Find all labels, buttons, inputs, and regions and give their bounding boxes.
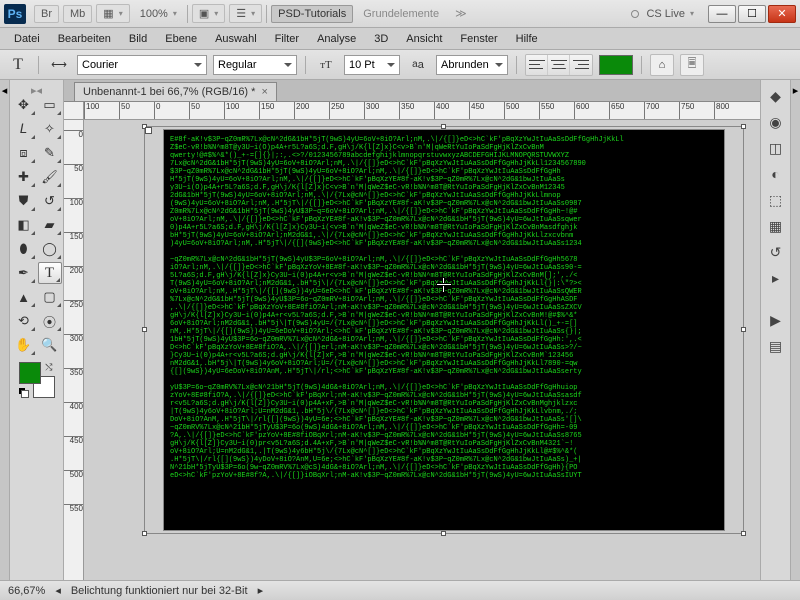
swap-colors-icon[interactable]: ⤭: [45, 362, 52, 373]
align-right-button[interactable]: [570, 55, 592, 75]
titlebar: Ps Br Mb ▦ 100% ▣ ☰ PSD-Tutorials Grunde…: [0, 0, 800, 28]
hand-tool[interactable]: ✋: [12, 334, 36, 356]
warp-text-button[interactable]: ⌂: [650, 54, 674, 76]
eraser-tool[interactable]: ◧: [12, 214, 36, 236]
minibridge-button[interactable]: Mb: [63, 5, 92, 23]
panel-icon[interactable]: ▤: [766, 336, 786, 356]
layers-icon[interactable]: ◆: [766, 86, 786, 106]
magic-wand-tool[interactable]: ✧: [38, 118, 62, 140]
shape-tool[interactable]: ▢: [38, 286, 62, 308]
layout-dropdown[interactable]: ▦: [96, 4, 129, 23]
titlebar-zoom[interactable]: 100%: [134, 6, 183, 22]
actions-icon[interactable]: ▸: [766, 268, 786, 288]
transform-box[interactable]: [144, 126, 744, 534]
font-size-select[interactable]: 10 Pt: [344, 55, 400, 75]
menu-datei[interactable]: Datei: [6, 31, 48, 47]
pen-tool[interactable]: ✒: [12, 262, 36, 284]
adjustments-icon[interactable]: ◐: [766, 164, 786, 184]
eyedropper-tool[interactable]: ✎: [38, 142, 62, 164]
text-color-swatch[interactable]: [599, 55, 633, 75]
ruler-vertical[interactable]: 050100150200250300350400450500550: [64, 120, 84, 580]
status-zoom[interactable]: 66,67%: [8, 585, 45, 597]
text-align-group: [525, 54, 593, 76]
brush-tool[interactable]: 🖌: [38, 166, 62, 188]
menu-bild[interactable]: Bild: [121, 31, 155, 47]
gradient-tool[interactable]: ▰: [38, 214, 62, 236]
font-family-select[interactable]: Courier: [77, 55, 207, 75]
ruler-origin[interactable]: [64, 102, 84, 120]
menu-fenster[interactable]: Fenster: [452, 31, 505, 47]
blur-tool[interactable]: ⬮: [12, 238, 36, 260]
play-icon[interactable]: ▶: [766, 310, 786, 330]
menu-ebene[interactable]: Ebene: [157, 31, 205, 47]
panel-collapse-right[interactable]: ▸: [790, 80, 800, 580]
stamp-tool[interactable]: ⛊: [12, 190, 36, 212]
maximize-button[interactable]: ☐: [738, 5, 766, 23]
minimize-button[interactable]: —: [708, 5, 736, 23]
3d-tool[interactable]: ⟲: [12, 310, 36, 332]
menu-analyse[interactable]: Analyse: [309, 31, 364, 47]
status-nav-left[interactable]: ◂: [55, 584, 61, 597]
ruler-horizontal[interactable]: 1005005010015020025030035040045050055060…: [84, 102, 760, 120]
cslive-dropdown[interactable]: CS Live: [625, 6, 700, 22]
canvas[interactable]: E#8f-aK!v$3P~qZ0mR%7Lx@cN^2dG&1bH*5jT(9w…: [84, 120, 760, 580]
menu-auswahl[interactable]: Auswahl: [207, 31, 265, 47]
document-area: Unbenannt-1 bei 66,7% (RGB/16) * × 10050…: [64, 80, 760, 580]
extras-dropdown[interactable]: ☰: [229, 4, 262, 23]
path-select-tool[interactable]: ▲: [12, 286, 36, 308]
workspace-more[interactable]: ≫: [449, 5, 473, 22]
orientation-button[interactable]: ⟷: [47, 54, 71, 76]
tool-indicator[interactable]: T: [6, 54, 30, 76]
foreground-color[interactable]: [19, 362, 41, 384]
crop-tool[interactable]: ⧈: [12, 142, 36, 164]
character-panel-button[interactable]: 🗏: [680, 54, 704, 76]
document-tab-label: Unbenannt-1 bei 66,7% (RGB/16) *: [83, 86, 255, 98]
menu-bearbeiten[interactable]: Bearbeiten: [50, 31, 119, 47]
history-brush-tool[interactable]: ↺: [38, 190, 62, 212]
workspace-tab-active[interactable]: PSD-Tutorials: [271, 5, 353, 23]
align-left-button[interactable]: [526, 55, 548, 75]
align-center-button[interactable]: [548, 55, 570, 75]
menu-hilfe[interactable]: Hilfe: [508, 31, 546, 47]
tool-panel: ▸◂ ✥ ▭ 𝘓 ✧ ⧈ ✎ ✚ 🖌 ⛊ ↺ ◧ ▰ ⬮ ◯ ✒ T ▲ ▢ ⟲…: [10, 80, 64, 580]
panel-collapse-left[interactable]: ◂: [0, 80, 10, 580]
antialias-select[interactable]: Abrunden: [436, 55, 508, 75]
menu-ansicht[interactable]: Ansicht: [398, 31, 450, 47]
font-weight-select[interactable]: Regular: [213, 55, 297, 75]
zoom-tool[interactable]: 🔍: [38, 334, 62, 356]
move-tool[interactable]: ✥: [12, 94, 36, 116]
type-tool[interactable]: T: [38, 262, 62, 284]
swatches-icon[interactable]: ▦: [766, 216, 786, 236]
bridge-button[interactable]: Br: [34, 5, 59, 23]
status-message: Belichtung funktioniert nur bei 32-Bit: [71, 585, 248, 597]
dodge-tool[interactable]: ◯: [38, 238, 62, 260]
lasso-tool[interactable]: 𝘓: [12, 118, 36, 140]
document-tab[interactable]: Unbenannt-1 bei 66,7% (RGB/16) * ×: [74, 82, 277, 101]
close-button[interactable]: ✕: [768, 5, 796, 23]
default-colors-icon[interactable]: [19, 388, 29, 398]
font-size-icon: тT: [314, 54, 338, 76]
healing-tool[interactable]: ✚: [12, 166, 36, 188]
tool-panel-grip[interactable]: ▸◂: [12, 84, 61, 94]
close-tab-icon[interactable]: ×: [261, 86, 267, 98]
channels-icon[interactable]: ◉: [766, 112, 786, 132]
3d-camera-tool[interactable]: ⦿: [38, 310, 62, 332]
status-bar: 66,67% ◂ Belichtung funktioniert nur bei…: [0, 580, 800, 600]
menubar: Datei Bearbeiten Bild Ebene Auswahl Filt…: [0, 28, 800, 50]
history-icon[interactable]: ↺: [766, 242, 786, 262]
status-nav-right[interactable]: ▸: [258, 584, 264, 597]
marquee-tool[interactable]: ▭: [38, 94, 62, 116]
workspace-tab[interactable]: Grundelemente: [357, 6, 445, 22]
aa-icon: aa: [406, 54, 430, 76]
styles-icon[interactable]: ⬚: [766, 190, 786, 210]
menu-filter[interactable]: Filter: [267, 31, 307, 47]
menu-3d[interactable]: 3D: [366, 31, 396, 47]
screen-mode-dropdown[interactable]: ▣: [192, 4, 225, 23]
options-bar: T ⟷ Courier Regular тT 10 Pt aa Abrunden…: [0, 50, 800, 80]
app-logo: Ps: [4, 4, 26, 24]
color-picker[interactable]: ⤭: [19, 362, 55, 398]
paths-icon[interactable]: ◫: [766, 138, 786, 158]
right-panel-dock: ◆ ◉ ◫ ◐ ⬚ ▦ ↺ ▸ ▶ ▤: [760, 80, 790, 580]
